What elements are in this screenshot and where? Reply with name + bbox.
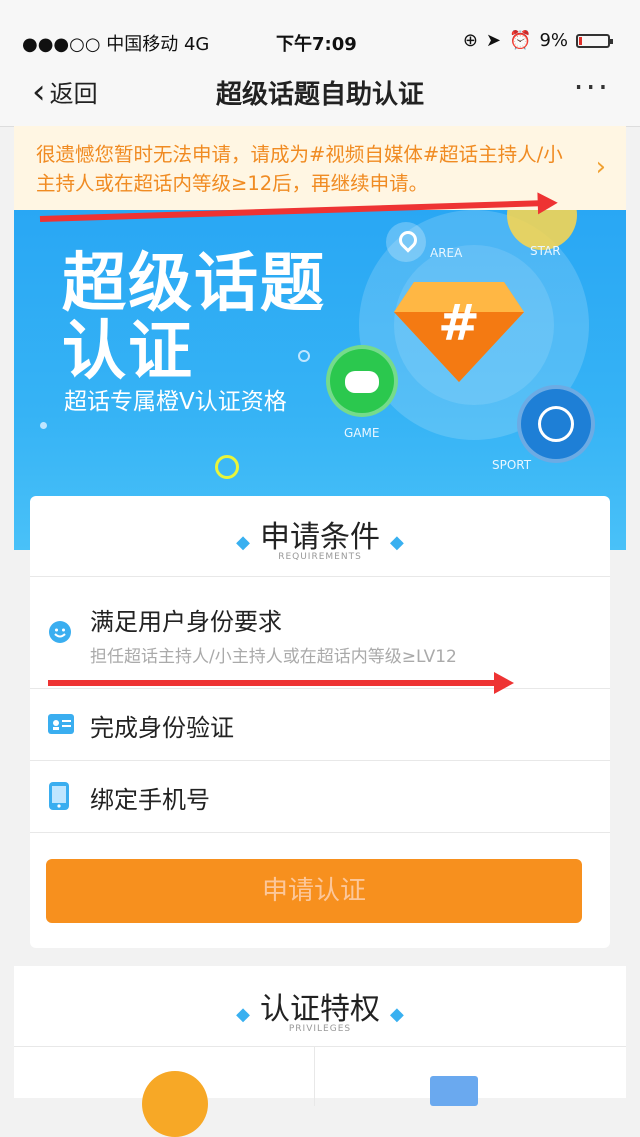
- privileges-heading: ◆ 认证特权 ◆ PRIVILEGES: [14, 984, 626, 1034]
- divider: [30, 832, 610, 833]
- game-label: GAME: [344, 426, 380, 440]
- requirement-detail: 担任超话主持人/小主持人或在超话内等级≥LV12: [90, 647, 457, 667]
- requirement-label: 完成身份验证: [90, 714, 234, 742]
- requirement-item-phone[interactable]: 绑定手机号: [30, 760, 610, 832]
- battery-percent: 9%: [539, 30, 568, 51]
- privileges-title: 认证特权: [260, 992, 380, 1027]
- requirement-item-identity: 满足用户身份要求 担任超话主持人/小主持人或在超话内等级≥LV12: [30, 576, 610, 688]
- requirement-item-verification[interactable]: 完成身份验证: [30, 688, 610, 760]
- notice-text: 很遗憾您暂时无法申请，请成为#视频自媒体#超话主持人/小主持人或在超话内等级≥1…: [36, 143, 563, 195]
- requirements-card: ◆ 申请条件 ◆ REQUIREMENTS 满足用户身份要求 担任超话主持人/小主持…: [30, 496, 610, 948]
- carrier-info: ●●●○○ 中国移动 4G: [22, 34, 210, 55]
- apply-button[interactable]: 申请认证: [46, 859, 582, 923]
- ineligible-notice[interactable]: 很遗憾您暂时无法申请，请成为#视频自媒体#超话主持人/小主持人或在超话内等级≥1…: [14, 126, 626, 210]
- clock: 下午7:09: [276, 34, 357, 55]
- hero-subtitle: 超话专属橙V认证资格: [64, 389, 287, 415]
- vertical-divider: [314, 1046, 315, 1106]
- privileges-subtitle: PRIVILEGES: [288, 1024, 352, 1034]
- page-title: 超级话题自助认证: [215, 80, 424, 110]
- requirement-label: 绑定手机号: [90, 786, 210, 814]
- annotation-arrow: [48, 672, 514, 694]
- decor-dot: [298, 350, 310, 362]
- location-icon: ➤: [485, 30, 502, 51]
- ornament-icon: ◆: [236, 532, 250, 553]
- requirements-subtitle: REQUIREMENTS: [278, 552, 362, 562]
- status-right: ⊕ ➤ ⏰ 9%: [462, 30, 613, 51]
- gamepad-shape: [345, 371, 379, 393]
- battery-icon: [576, 33, 613, 48]
- decor-ring: [215, 455, 239, 479]
- ornament-icon: ◆: [390, 532, 404, 553]
- requirements-heading: ◆ 申请条件 ◆ REQUIREMENTS: [30, 512, 610, 562]
- status-bar: ●●●○○ 中国移动 4G 下午7:09 ⊕ ➤ ⏰ 9%: [0, 0, 640, 60]
- sport-label: SPORT: [492, 458, 532, 472]
- privilege-card-icon: [430, 1076, 478, 1106]
- alarm-icon: ⏰: [509, 30, 532, 51]
- ornament-icon: ◆: [236, 1004, 250, 1025]
- location-pin-icon: [386, 222, 426, 262]
- requirement-label: 满足用户身份要求: [90, 608, 282, 636]
- diamond-hash-symbol: #: [438, 294, 480, 352]
- divider: [14, 1046, 626, 1047]
- id-card-icon: [48, 714, 74, 734]
- basketball-icon: [517, 385, 595, 463]
- privileges-card: ◆ 认证特权 ◆ PRIVILEGES: [14, 966, 626, 1137]
- diamond-hashtag-icon: #: [394, 282, 524, 382]
- phone-icon: [49, 782, 69, 810]
- decor-dot: [40, 422, 47, 429]
- privilege-badge-icon: [142, 1071, 208, 1137]
- nav-bar: ‹ 返回 超级话题自助认证 ···: [0, 60, 640, 127]
- ornament-icon: ◆: [390, 1004, 404, 1025]
- smiley-icon: [49, 621, 71, 643]
- lock-rotation-icon: ⊕: [462, 30, 478, 51]
- star-label: STAR: [530, 244, 561, 258]
- more-options-button[interactable]: ···: [573, 68, 610, 106]
- area-label: AREA: [430, 246, 463, 260]
- basketball-shape: [538, 406, 574, 442]
- battery-fill: [579, 36, 582, 45]
- gamepad-icon: [326, 345, 398, 417]
- requirements-title: 申请条件: [260, 520, 380, 555]
- chevron-right-icon: ›: [595, 152, 606, 182]
- hero-title-line2: 认证: [62, 315, 194, 389]
